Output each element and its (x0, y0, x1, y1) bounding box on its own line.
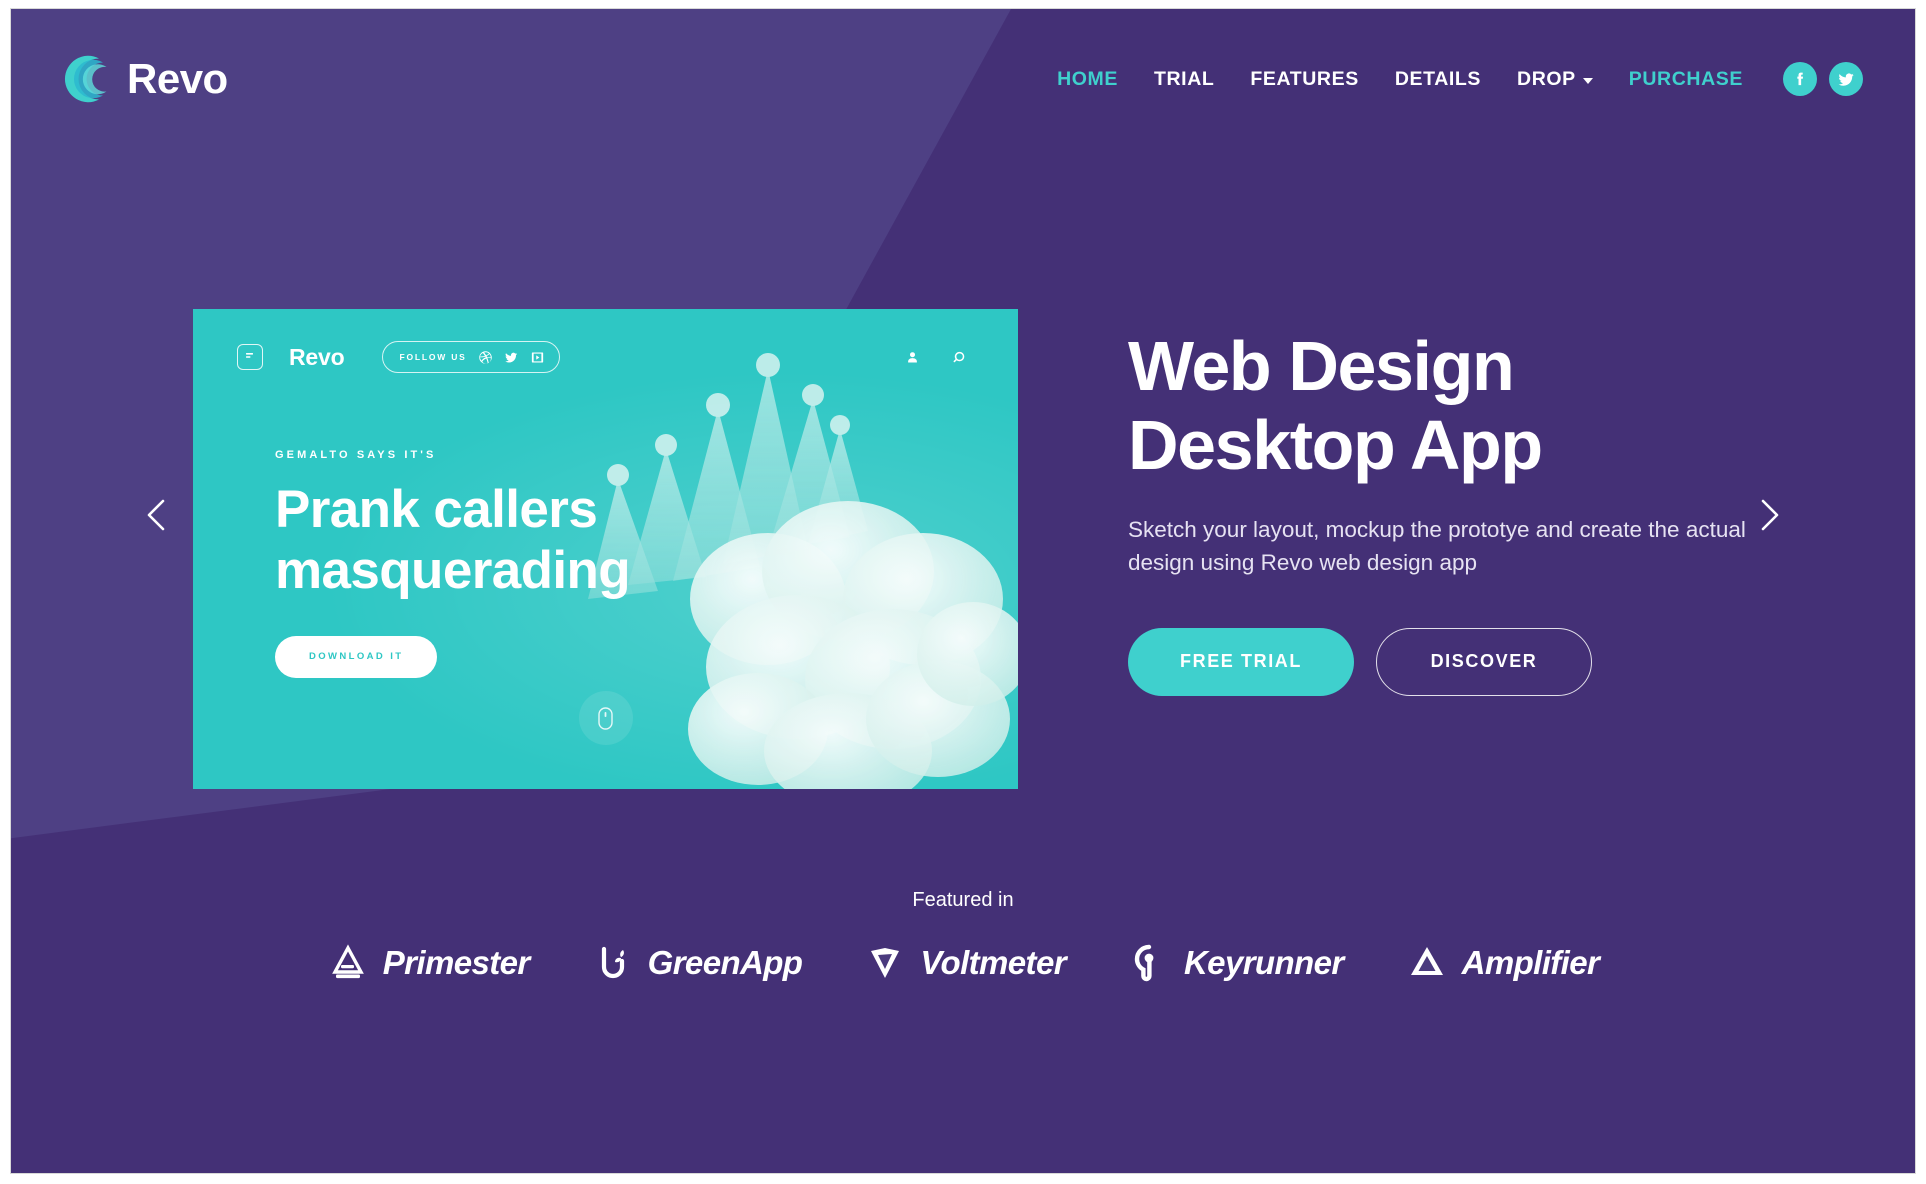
hero-subtitle: Sketch your layout, mockup the prototye … (1128, 517, 1746, 576)
hero-section: Revo HOME TRIAL FEATURES DETAILS DROP PU… (10, 8, 1916, 1174)
social-links (1783, 62, 1863, 96)
nav-item-purchase[interactable]: PURCHASE (1611, 58, 1761, 101)
slide-brand-name: Revo (289, 343, 345, 370)
carousel-prev-button[interactable] (131, 489, 183, 541)
mouse-scroll-icon (598, 706, 613, 730)
nav-label: TRIAL (1153, 67, 1215, 90)
hero-content-row: Revo FOLLOW US GEMALTO SAYS IT'S Prank c… (11, 309, 1915, 789)
nav-item-drop[interactable]: DROP (1499, 58, 1611, 101)
headline-line-2: Desktop App (1128, 406, 1543, 485)
slide-title: Prank callers masquerading (275, 480, 631, 601)
twitter-icon (1838, 72, 1854, 86)
featured-logo-greenapp[interactable]: GreenApp (592, 942, 803, 984)
featured-logo-row: Primester GreenApp Voltmeter Keyrunner A… (11, 942, 1915, 984)
nav-item-details[interactable]: DETAILS (1377, 58, 1499, 101)
carousel-slide-wrapper: Revo FOLLOW US GEMALTO SAYS IT'S Prank c… (193, 309, 1018, 789)
app-glyph-icon (246, 353, 253, 358)
nav-label: HOME (1057, 67, 1118, 90)
slide-utility-icons (905, 350, 968, 365)
scroll-down-indicator[interactable] (578, 691, 633, 745)
slide-eyebrow: GEMALTO SAYS IT'S (275, 449, 437, 461)
slide-body: GEMALTO SAYS IT'S Prank callers masquera… (275, 449, 745, 678)
featured-logo-keyrunner[interactable]: Keyrunner (1128, 942, 1344, 984)
crescent-arc-icon (64, 55, 107, 103)
free-trial-button[interactable]: FREE TRIAL (1128, 627, 1354, 696)
chevron-left-icon (147, 499, 165, 531)
brand-name: Revo (127, 55, 228, 102)
keyrunner-keyhole-icon (1134, 944, 1154, 982)
voltmeter-shield-icon (871, 948, 900, 978)
featured-logo-amplifier[interactable]: Amplifier (1406, 942, 1600, 984)
nav-label: PURCHASE (1628, 67, 1743, 90)
discover-button[interactable]: DISCOVER (1376, 627, 1592, 696)
hero-cta-row: FREE TRIAL DISCOVER (1128, 627, 1768, 696)
main-navigation: HOME TRIAL FEATURES DETAILS DROP PURCHAS… (1039, 58, 1863, 101)
primester-triangle-icon (331, 944, 364, 979)
nav-item-home[interactable]: HOME (1039, 58, 1136, 101)
facebook-icon (1796, 72, 1803, 85)
featured-logo-label: Primester (382, 944, 530, 981)
search-icon[interactable] (953, 350, 968, 365)
user-icon[interactable] (905, 350, 920, 365)
brand-logo[interactable]: Revo (59, 53, 228, 105)
featured-logo-label: Amplifier (1461, 944, 1600, 981)
greenapp-sprout-icon (601, 946, 624, 979)
page-title: Web Design Desktop App (1128, 327, 1768, 485)
twitter-button[interactable] (1829, 62, 1863, 96)
video-play-icon (531, 352, 543, 362)
featured-logo-label: GreenApp (647, 944, 803, 981)
chevron-down-icon (1582, 77, 1593, 84)
download-it-button[interactable]: DOWNLOAD IT (275, 635, 438, 678)
nav-label: DROP (1517, 67, 1576, 90)
headline-line-1: Web Design (1128, 327, 1515, 405)
chevron-right-icon (1761, 499, 1779, 531)
dribbble-icon (478, 350, 492, 364)
hero-copy: Web Design Desktop App Sketch your layou… (1128, 309, 1768, 696)
amplifier-delta-icon (1410, 947, 1443, 975)
page-viewport: Revo HOME TRIAL FEATURES DETAILS DROP PU… (0, 0, 1926, 1184)
featured-logo-label: Voltmeter (920, 944, 1066, 981)
featured-in-label: Featured in (912, 889, 1014, 911)
nav-item-features[interactable]: FEATURES (1232, 58, 1376, 101)
nav-item-trial[interactable]: TRIAL (1136, 58, 1232, 101)
slide-topbar: Revo FOLLOW US (193, 309, 1018, 405)
follow-us-label: FOLLOW US (399, 352, 467, 362)
featured-in-section: Featured in Primester GreenApp Voltmeter… (11, 889, 1915, 984)
nav-label: FEATURES (1250, 67, 1359, 90)
follow-us-pill[interactable]: FOLLOW US (382, 341, 560, 373)
site-header: Revo HOME TRIAL FEATURES DETAILS DROP PU… (11, 9, 1915, 149)
facebook-button[interactable] (1783, 62, 1817, 96)
nav-label: DETAILS (1394, 67, 1482, 90)
carousel-next-button[interactable] (1743, 489, 1795, 541)
featured-logo-label: Keyrunner (1183, 944, 1344, 981)
featured-logo-voltmeter[interactable]: Voltmeter (864, 942, 1067, 984)
twitter-icon (504, 352, 517, 362)
featured-logo-primester[interactable]: Primester (327, 942, 530, 984)
app-square-icon[interactable] (237, 344, 263, 370)
carousel-slide[interactable]: Revo FOLLOW US GEMALTO SAYS IT'S Prank c… (193, 309, 1018, 789)
